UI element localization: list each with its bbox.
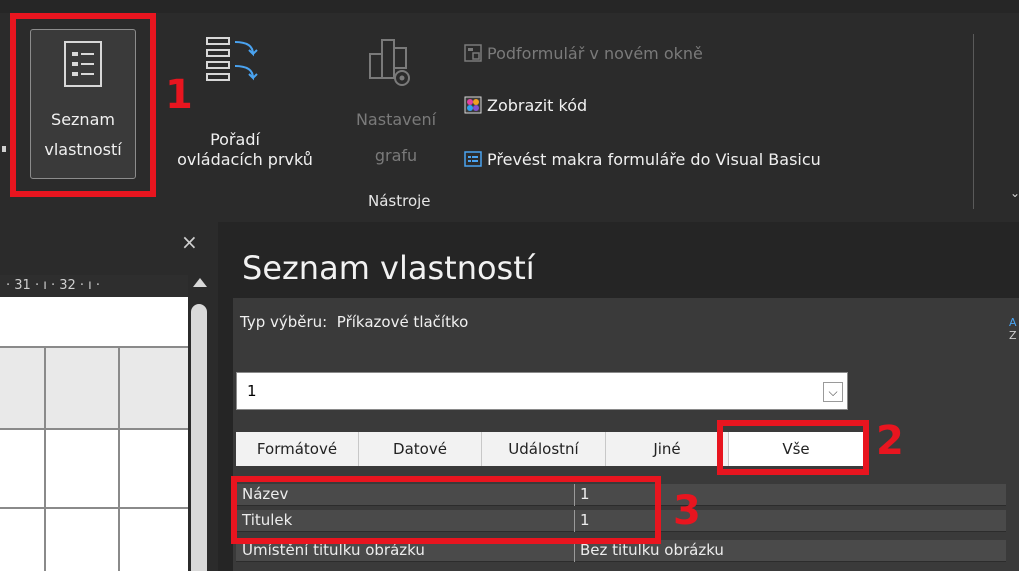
design-grid xyxy=(0,297,188,571)
convert-macros-command[interactable]: Převést makra formuláře do Visual Basicu xyxy=(464,150,821,169)
vertical-scrollbar[interactable] xyxy=(188,264,212,571)
scrollbar-thumb[interactable] xyxy=(191,304,207,571)
ribbon-divider xyxy=(973,34,974,209)
grid-line xyxy=(44,346,46,430)
tab-format[interactable]: Formátové xyxy=(236,432,359,466)
property-sheet-title: Seznam vlastností xyxy=(242,249,535,287)
horizontal-ruler: · 31 · ı · 32 · ı · xyxy=(0,275,188,297)
group-label-tools: Nástroje xyxy=(368,192,431,210)
chart-settings-label-1: Nastavení xyxy=(355,110,437,129)
object-selector-value: 1 xyxy=(247,382,257,400)
object-selector-combo[interactable]: 1 ⌵ xyxy=(236,372,848,410)
chart-settings-label-2: grafu xyxy=(374,146,418,165)
ruler-text: · 31 · ı · 32 · ı · xyxy=(6,278,101,293)
convert-macros-icon xyxy=(464,151,482,167)
close-pane-icon[interactable]: × xyxy=(181,230,198,254)
selection-type-value: Příkazové tlačítko xyxy=(336,313,469,331)
annotation-box-1 xyxy=(10,13,156,197)
tab-order-icon xyxy=(206,37,258,81)
annotation-box-3 xyxy=(231,476,661,544)
selection-type-label: Typ výběru: xyxy=(240,313,328,331)
subform-new-window-command[interactable]: Podformulář v novém okně xyxy=(464,44,703,63)
selected-control[interactable] xyxy=(0,346,188,430)
convert-macros-label: Převést makra formuláře do Visual Basicu xyxy=(487,150,821,169)
selection-type: Typ výběru: Příkazové tlačítko xyxy=(240,313,468,331)
tab-data[interactable]: Datové xyxy=(359,432,482,466)
subform-icon xyxy=(464,44,482,62)
sort-az-icon[interactable]: AZ xyxy=(1009,316,1019,344)
tab-other[interactable]: Jiné xyxy=(606,432,729,466)
view-code-icon xyxy=(464,96,482,114)
ribbon-expand-chevron-icon[interactable]: ⌄ xyxy=(1010,186,1019,200)
tab-event[interactable]: Událostní xyxy=(482,432,606,466)
chart-settings-icon xyxy=(369,39,410,86)
chevron-down-icon[interactable]: ⌵ xyxy=(823,382,843,402)
left-edge-fragment xyxy=(2,146,6,152)
scroll-up-arrow-icon[interactable] xyxy=(193,278,207,287)
tab-order-label-2: ovládacích prvků xyxy=(177,150,313,169)
grid-line xyxy=(0,507,188,509)
annotation-number-3: 3 xyxy=(673,488,701,534)
tab-order-label-1: Pořadí xyxy=(210,130,260,149)
annotation-number-2: 2 xyxy=(876,418,904,464)
grid-line xyxy=(118,346,120,430)
subform-label: Podformulář v novém okně xyxy=(487,44,703,63)
view-code-command[interactable]: Zobrazit kód xyxy=(464,96,587,115)
annotation-box-2 xyxy=(717,420,869,475)
view-code-label: Zobrazit kód xyxy=(487,96,588,115)
ribbon-top-strip xyxy=(0,0,1019,13)
